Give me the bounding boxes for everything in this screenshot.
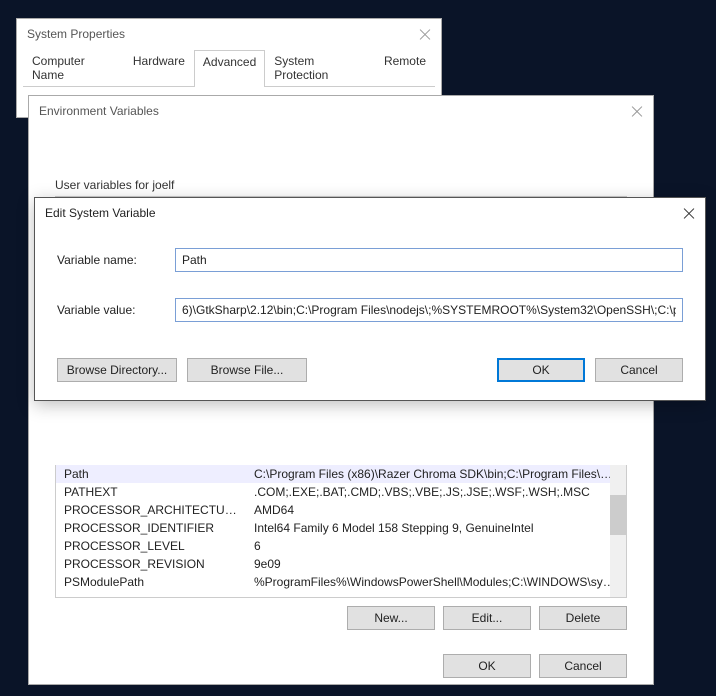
sysprops-titlebar: System Properties bbox=[17, 19, 441, 49]
ok-button[interactable]: OK bbox=[443, 654, 531, 678]
editvar-titlebar: Edit System Variable bbox=[35, 198, 705, 228]
new-button[interactable]: New... bbox=[347, 606, 435, 630]
scroll-thumb[interactable] bbox=[610, 495, 626, 535]
browse-file-button[interactable]: Browse File... bbox=[187, 358, 307, 382]
user-variables-label: User variables for joelf bbox=[55, 178, 627, 192]
tab-hardware[interactable]: Hardware bbox=[124, 49, 194, 86]
cancel-button[interactable]: Cancel bbox=[595, 358, 683, 382]
variable-value-label: Variable value: bbox=[57, 303, 175, 317]
table-row[interactable]: Path C:\Program Files (x86)\Razer Chroma… bbox=[56, 465, 626, 483]
envvars-bottom-buttons: OK Cancel bbox=[55, 654, 627, 682]
var-name: PATHEXT bbox=[56, 484, 246, 500]
edit-system-variable-window: Edit System Variable Variable name: Vari… bbox=[34, 197, 706, 401]
var-value: 9e09 bbox=[246, 556, 626, 572]
var-name: PSModulePath bbox=[56, 574, 246, 590]
var-value: Intel64 Family 6 Model 158 Stepping 9, G… bbox=[246, 520, 626, 536]
tab-computer-name[interactable]: Computer Name bbox=[23, 49, 124, 86]
scrollbar[interactable] bbox=[610, 465, 626, 597]
var-value: %ProgramFiles%\WindowsPowerShell\Modules… bbox=[246, 574, 626, 590]
table-row[interactable]: PROCESSOR_IDENTIFIER Intel64 Family 6 Mo… bbox=[56, 519, 626, 537]
envvars-title: Environment Variables bbox=[39, 104, 159, 118]
table-row[interactable]: PROCESSOR_LEVEL 6 bbox=[56, 537, 626, 555]
sysprops-title: System Properties bbox=[27, 27, 125, 41]
var-value: C:\Program Files (x86)\Razer Chroma SDK\… bbox=[246, 466, 626, 482]
var-value: 6 bbox=[246, 538, 626, 554]
var-name: PROCESSOR_IDENTIFIER bbox=[56, 520, 246, 536]
var-value: .COM;.EXE;.BAT;.CMD;.VBS;.VBE;.JS;.JSE;.… bbox=[246, 484, 626, 500]
var-name: PROCESSOR_REVISION bbox=[56, 556, 246, 572]
close-icon[interactable] bbox=[419, 28, 431, 40]
envvars-titlebar: Environment Variables bbox=[29, 96, 653, 126]
cancel-button[interactable]: Cancel bbox=[539, 654, 627, 678]
close-icon[interactable] bbox=[683, 207, 695, 219]
close-icon[interactable] bbox=[631, 105, 643, 117]
var-value: AMD64 bbox=[246, 502, 626, 518]
edit-button[interactable]: Edit... bbox=[443, 606, 531, 630]
editvar-title: Edit System Variable bbox=[45, 206, 156, 220]
var-name: PROCESSOR_LEVEL bbox=[56, 538, 246, 554]
table-row[interactable]: PROCESSOR_REVISION 9e09 bbox=[56, 555, 626, 573]
sysvar-button-row: New... Edit... Delete bbox=[55, 606, 627, 630]
variable-value-input[interactable] bbox=[175, 298, 683, 322]
variable-value-row: Variable value: bbox=[57, 298, 683, 322]
delete-button[interactable]: Delete bbox=[539, 606, 627, 630]
tab-system-protection[interactable]: System Protection bbox=[265, 49, 375, 86]
table-row[interactable]: PSModulePath %ProgramFiles%\WindowsPower… bbox=[56, 573, 626, 591]
browse-directory-button[interactable]: Browse Directory... bbox=[57, 358, 177, 382]
editvar-button-row: Browse Directory... Browse File... OK Ca… bbox=[57, 358, 683, 382]
system-variables-list: Path C:\Program Files (x86)\Razer Chroma… bbox=[55, 465, 627, 598]
sysprops-tabs: Computer Name Hardware Advanced System P… bbox=[23, 49, 435, 87]
var-name: PROCESSOR_ARCHITECTURE bbox=[56, 502, 246, 518]
variable-name-input[interactable] bbox=[175, 248, 683, 272]
table-row[interactable]: PROCESSOR_ARCHITECTURE AMD64 bbox=[56, 501, 626, 519]
ok-button[interactable]: OK bbox=[497, 358, 585, 382]
table-row[interactable]: PATHEXT .COM;.EXE;.BAT;.CMD;.VBS;.VBE;.J… bbox=[56, 483, 626, 501]
tab-remote[interactable]: Remote bbox=[375, 49, 435, 86]
tab-advanced[interactable]: Advanced bbox=[194, 50, 265, 87]
variable-name-label: Variable name: bbox=[57, 253, 175, 267]
var-name: Path bbox=[56, 466, 246, 482]
variable-name-row: Variable name: bbox=[57, 248, 683, 272]
